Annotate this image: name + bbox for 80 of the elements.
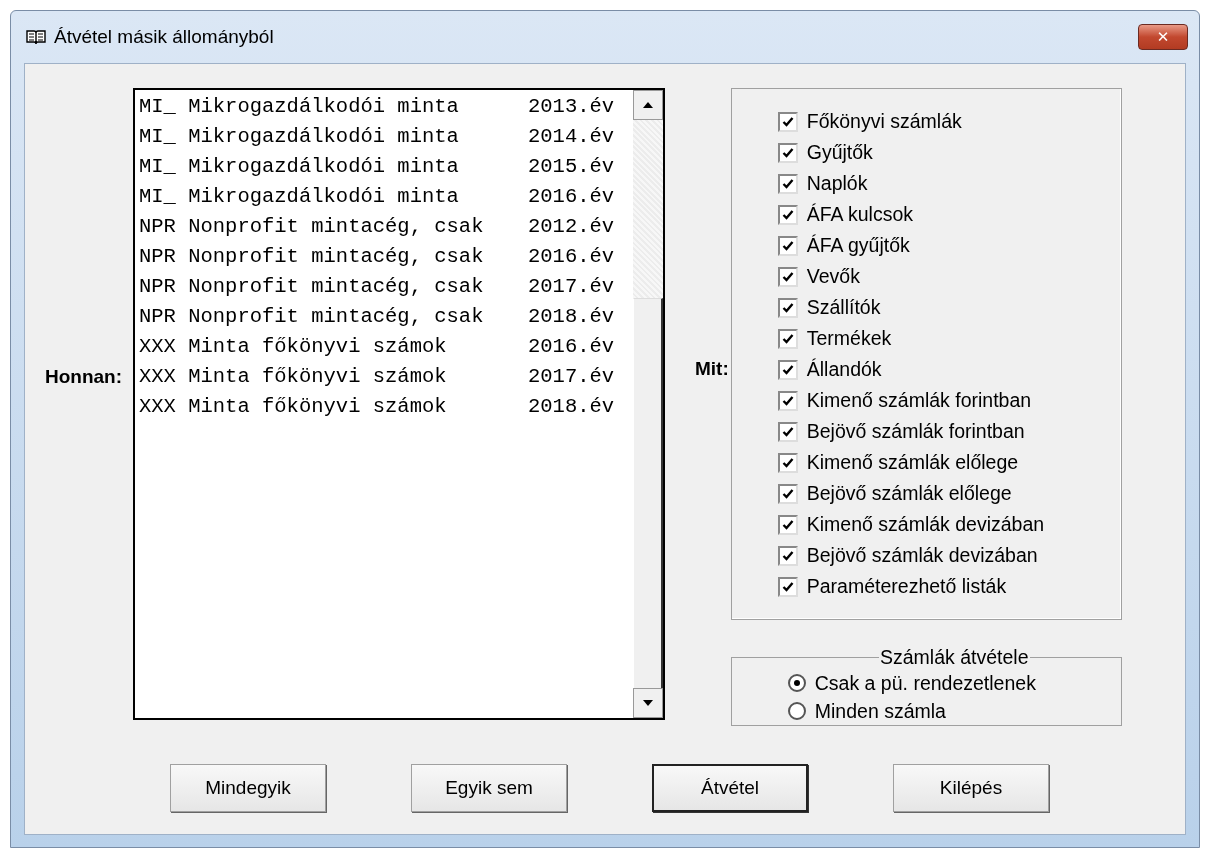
- list-item[interactable]: NPR Nonprofit mintacég, csak 2016.év: [139, 242, 633, 272]
- checkmark-icon: [781, 208, 794, 221]
- checkmark-icon: [781, 363, 794, 376]
- scroll-thumb[interactable]: [633, 298, 663, 688]
- checkmark-icon: [781, 549, 794, 562]
- checkbox-label[interactable]: Vevők: [806, 265, 860, 288]
- checkbox-label[interactable]: Állandók: [806, 358, 882, 381]
- checkmark-icon: [781, 487, 794, 500]
- checkbox[interactable]: [777, 359, 798, 380]
- scrollbar[interactable]: [633, 90, 663, 718]
- book-icon: [26, 29, 46, 45]
- checkmark-icon: [781, 270, 794, 283]
- checkbox-label[interactable]: Szállítók: [806, 296, 881, 319]
- scroll-up-button[interactable]: [633, 90, 663, 120]
- list-item[interactable]: NPR Nonprofit mintacég, csak 2017.év: [139, 272, 633, 302]
- checkbox-label[interactable]: Bejövő számlák forintban: [806, 420, 1025, 443]
- checkmark-icon: [781, 301, 794, 314]
- list-item[interactable]: MI_ Mikrogazdálkodói minta 2014.év: [139, 122, 633, 152]
- checkbox[interactable]: [777, 204, 798, 225]
- field-label: Honnan:: [45, 366, 124, 388]
- checkbox-label[interactable]: ÁFA gyűjtők: [806, 234, 910, 257]
- radio-button[interactable]: [787, 674, 806, 692]
- checkbox-label[interactable]: Kimenő számlák forintban: [806, 389, 1032, 412]
- checkbox-label[interactable]: Kimenő számlák előlege: [806, 451, 1019, 474]
- checkbox-label[interactable]: Naplók: [806, 172, 868, 195]
- checkmark-icon: [781, 177, 794, 190]
- dialog-button[interactable]: Mindegyik: [170, 764, 326, 812]
- checkbox[interactable]: [777, 173, 798, 194]
- checkmark-icon: [781, 456, 794, 469]
- checkbox[interactable]: [777, 421, 798, 442]
- field-label: Mit:: [695, 358, 729, 380]
- list-item[interactable]: XXX Minta főkönyvi számok 2017.év: [139, 362, 633, 392]
- checkmark-icon: [781, 239, 794, 252]
- checkbox-label[interactable]: Bejövő számlák devizában: [806, 544, 1038, 567]
- checkmark-icon: [781, 580, 794, 593]
- checkbox-label[interactable]: Paraméterezhető listák: [806, 575, 1007, 598]
- checkmark-icon: [781, 332, 794, 345]
- checkbox[interactable]: [777, 266, 798, 287]
- checkbox[interactable]: [777, 576, 798, 597]
- list-item[interactable]: MI_ Mikrogazdálkodói minta 2013.év: [139, 92, 633, 122]
- list-box[interactable]: [133, 88, 665, 720]
- checkbox[interactable]: [777, 545, 798, 566]
- checkbox-label[interactable]: ÁFA kulcsok: [806, 203, 913, 226]
- checkbox-label[interactable]: Termékek: [806, 327, 892, 350]
- checkbox[interactable]: [777, 297, 798, 318]
- close-button[interactable]: ✕: [1138, 24, 1188, 50]
- checkbox-label[interactable]: Bejövő számlák előlege: [806, 482, 1012, 505]
- group-title: Számlák átvétele: [879, 646, 1030, 669]
- list-item[interactable]: XXX Minta főkönyvi számok 2018.év: [139, 392, 633, 422]
- list-item[interactable]: MI_ Mikrogazdálkodói minta 2016.év: [139, 182, 633, 212]
- checkmark-icon: [781, 115, 794, 128]
- checkbox-label[interactable]: Kimenő számlák devizában: [806, 513, 1045, 536]
- checkmark-icon: [781, 518, 794, 531]
- checkbox[interactable]: [777, 235, 798, 256]
- checkbox-label[interactable]: Főkönyvi számlák: [806, 110, 962, 133]
- radio-button[interactable]: [787, 702, 806, 720]
- up-arrow-icon: [642, 101, 654, 109]
- checkbox-label[interactable]: Gyűjtők: [806, 141, 873, 164]
- checkbox[interactable]: [777, 483, 798, 504]
- checkmark-icon: [781, 146, 794, 159]
- checkbox[interactable]: [777, 514, 798, 535]
- dialog-button[interactable]: Átvétel: [652, 764, 808, 812]
- checkbox[interactable]: [777, 328, 798, 349]
- list-item[interactable]: NPR Nonprofit mintacég, csak 2012.év: [139, 212, 633, 242]
- window-title: Átvétel másik állományból: [54, 26, 275, 48]
- dialog-button[interactable]: Kilépés: [893, 764, 1049, 812]
- checkbox[interactable]: [777, 390, 798, 411]
- checkbox[interactable]: [777, 111, 798, 132]
- checkbox[interactable]: [777, 452, 798, 473]
- checkbox[interactable]: [777, 142, 798, 163]
- list-item[interactable]: XXX Minta főkönyvi számok 2016.év: [139, 332, 633, 362]
- down-arrow-icon: [642, 699, 654, 707]
- dialog-button[interactable]: Egyik sem: [411, 764, 567, 812]
- checkmark-icon: [781, 425, 794, 438]
- scroll-down-button[interactable]: [633, 688, 663, 718]
- checkmark-icon: [781, 394, 794, 407]
- list-item[interactable]: NPR Nonprofit mintacég, csak 2018.év: [139, 302, 633, 332]
- radio-label[interactable]: Minden számla: [814, 699, 946, 723]
- list-item[interactable]: MI_ Mikrogazdálkodói minta 2015.év: [139, 152, 633, 182]
- radio-label[interactable]: Csak a pü. rendezetlenek: [814, 671, 1036, 695]
